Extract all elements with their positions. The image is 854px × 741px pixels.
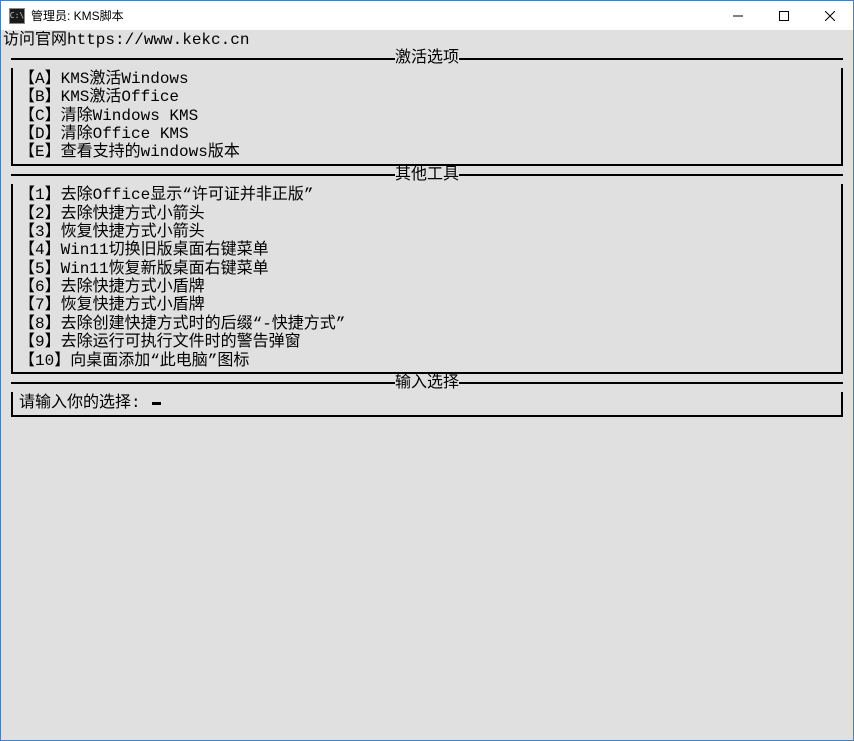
cmd-icon: C:\ [9, 8, 25, 24]
tools-item: 【9】去除运行可执行文件时的警告弹窗 [17, 333, 837, 351]
cursor-icon [152, 402, 161, 405]
minimize-button[interactable] [715, 1, 761, 30]
top-line: 访问官网https://www.kekc.cn [1, 31, 853, 49]
tools-item: 【10】向桌面添加“此电脑”图标 [17, 352, 837, 370]
section-activation-header: 激活选项 [11, 49, 843, 67]
window-controls [715, 1, 853, 30]
activation-item: 【D】清除Office KMS [17, 125, 837, 143]
close-icon [825, 11, 835, 21]
section-tools-header: 其他工具 [11, 166, 843, 184]
activation-item: 【C】清除Windows KMS [17, 107, 837, 125]
tools-item: 【1】去除Office显示“许可证并非正版” [17, 186, 837, 204]
section-activation-title: 激活选项 [395, 49, 459, 67]
tools-item: 【4】Win11切换旧版桌面右键菜单 [17, 241, 837, 259]
activation-item: 【A】KMS激活Windows [17, 70, 837, 88]
tools-item: 【3】恢复快捷方式小箭头 [17, 223, 837, 241]
close-button[interactable] [807, 1, 853, 30]
app-window: C:\ 管理员: KMS脚本 访问官网https://www.kekc.cn 激… [0, 0, 854, 741]
section-input-title: 输入选择 [395, 374, 459, 392]
input-prompt-line[interactable]: 请输入你的选择: [17, 394, 837, 412]
section-activation: 【A】KMS激活Windows 【B】KMS激活Office 【C】清除Wind… [11, 68, 843, 166]
tools-item: 【2】去除快捷方式小箭头 [17, 205, 837, 223]
section-tools-title: 其他工具 [395, 166, 459, 184]
section-tools: 【1】去除Office显示“许可证并非正版” 【2】去除快捷方式小箭头 【3】恢… [11, 184, 843, 374]
section-input-header: 输入选择 [11, 374, 843, 392]
window-title: 管理员: KMS脚本 [31, 7, 124, 24]
maximize-button[interactable] [761, 1, 807, 30]
tools-item: 【7】恢复快捷方式小盾牌 [17, 296, 837, 314]
maximize-icon [779, 11, 789, 21]
input-prompt: 请输入你的选择: [19, 394, 150, 412]
tools-item: 【6】去除快捷方式小盾牌 [17, 278, 837, 296]
activation-item: 【B】KMS激活Office [17, 88, 837, 106]
tools-item: 【8】去除创建快捷方式时的后缀“-快捷方式” [17, 315, 837, 333]
titlebar[interactable]: C:\ 管理员: KMS脚本 [1, 1, 853, 31]
tools-item: 【5】Win11恢复新版桌面右键菜单 [17, 260, 837, 278]
activation-item: 【E】查看支持的windows版本 [17, 143, 837, 161]
console-content[interactable]: 访问官网https://www.kekc.cn 激活选项 【A】KMS激活Win… [1, 31, 853, 740]
section-input: 请输入你的选择: [11, 392, 843, 416]
minimize-icon [733, 11, 743, 21]
